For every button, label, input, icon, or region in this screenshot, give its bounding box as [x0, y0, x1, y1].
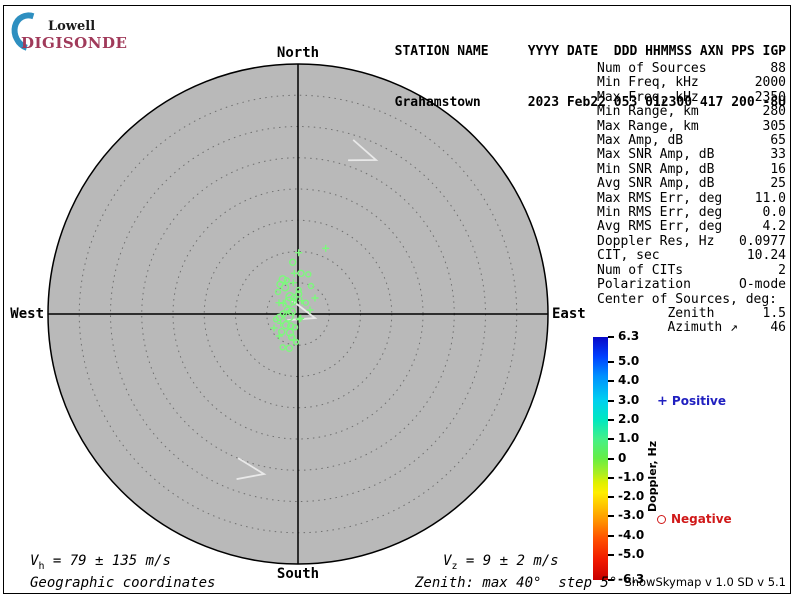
stat-row: Zenith 1.5	[597, 305, 786, 321]
stat-row: Max RMS Err, deg 11.0	[597, 190, 786, 206]
colorbar-tick-label: -1.0	[618, 469, 645, 484]
colorbar-tick	[608, 399, 614, 402]
legend-negative: Negative	[657, 512, 732, 526]
circle-icon	[657, 515, 666, 524]
legend-positive-label: Positive	[671, 394, 727, 408]
stats-panel: Num of Sources 88 Min Freq, kHz 2000 Max Fre…	[597, 61, 786, 336]
colorbar-tick	[608, 380, 614, 383]
colorbar-tick-label: -4.0	[618, 527, 645, 542]
colorbar-tick-label: 0	[618, 450, 627, 465]
legend-negative-label: Negative	[671, 512, 732, 526]
zenith-range-label: Zenith: max 40° step 5°	[415, 575, 618, 591]
colorbar-tick-label: 3.0	[618, 392, 640, 407]
stat-row: Doppler Res, Hz 0.0977	[597, 233, 786, 249]
stat-row: Max SNR Amp, dB 33	[597, 147, 786, 163]
stat-row: Polarization O-mode	[597, 277, 786, 293]
compass-north-label: North	[276, 45, 320, 61]
colorbar-axis-label: Doppler, Hz	[646, 440, 659, 512]
colorbar-tick-label: -3.0	[618, 508, 645, 523]
colorbar-tick-label: 4.0	[618, 373, 640, 388]
digisonde-logo: Lowell DIGISONDE	[4, 5, 127, 59]
stat-row: Min RMS Err, deg 0.0	[597, 205, 786, 221]
horizontal-velocity-value: Vh = 79 ± 135 m/s	[30, 553, 171, 572]
stat-row: Center of Sources, deg:	[597, 291, 778, 307]
colorbar-tick-label: -2.0	[618, 489, 645, 504]
colorbar-tick	[608, 496, 614, 499]
colorbar-tick	[608, 534, 614, 537]
colorbar-tick	[608, 438, 614, 441]
colorbar-tick-label: 6.3	[618, 329, 640, 343]
colorbar-tick-label: -5.0	[618, 546, 645, 561]
stat-row: Avg RMS Err, deg 4.2	[597, 219, 786, 235]
colorbar-wrap: 6.3 5.0 4.0 3.0 2.0 1.0 0 -1.0 -2.0 -3.0 -4.0 -5.0-…	[593, 329, 743, 586]
stat-row: Max Amp, dB 65	[597, 133, 786, 149]
stat-row: Avg SNR Amp, dB 25	[597, 176, 786, 192]
colorbar-tick	[608, 457, 614, 460]
colorbar-tick-label: 2.0	[618, 411, 640, 426]
stat-row: CIT, sec 10.24	[597, 248, 786, 264]
stat-row: Max Freq, kHz 2350	[597, 89, 786, 105]
colorbar-tick	[608, 553, 614, 556]
colorbar-tick	[608, 476, 614, 479]
compass-east-label: East	[552, 306, 586, 322]
colorbar-tick-label: 5.0	[618, 354, 640, 369]
colorbar-tick	[608, 361, 614, 364]
version-label: ShowSkymap v 1.0 SD v 5.1	[624, 575, 786, 589]
colorbar-tick	[608, 418, 614, 421]
stat-row: Num of Sources 88	[597, 61, 786, 76]
compass-south-label: South	[276, 566, 320, 582]
compass-west-label: West	[10, 306, 44, 322]
stat-row: Num of CITs 2	[597, 262, 786, 278]
legend-positive: + Positive	[657, 394, 726, 409]
plus-icon: +	[657, 394, 668, 409]
stat-row: Min Range, km 280	[597, 104, 786, 120]
colorbar-tick	[608, 515, 614, 518]
header-columns-row: STATION NAME YYYY DATE DDD HHMMSS AXN PP…	[394, 44, 786, 59]
coordinates-label: Geographic coordinates	[30, 575, 216, 591]
stat-row: Min SNR Amp, dB 16	[597, 161, 786, 177]
stat-row: Max Range, km 305	[597, 118, 786, 134]
colorbar	[593, 337, 608, 580]
logo-digisonde: DIGISONDE	[21, 34, 128, 52]
colorbar-tick-label: 1.0	[618, 431, 640, 446]
logo-lowell: Lowell	[48, 19, 96, 34]
vertical-velocity-value: Vz = 9 ± 2 m/s	[443, 553, 559, 572]
stat-row: Min Freq, kHz 2000	[597, 75, 786, 91]
colorbar-tick	[608, 336, 614, 338]
